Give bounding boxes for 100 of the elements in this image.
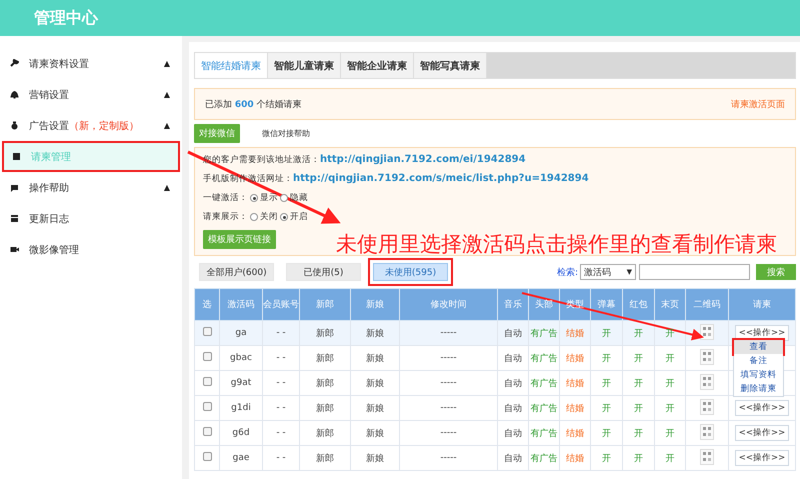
sidebar-label: 营销设置	[29, 88, 70, 102]
table-cell-text: 新郎	[316, 428, 334, 438]
table-cell-text: 有广告	[530, 328, 558, 338]
table-cell-text: 结婚	[566, 354, 584, 364]
notice-text: 已添加 600 个结婚请柬	[205, 98, 302, 110]
qr-code-icon[interactable]	[700, 324, 714, 340]
table-cell-text: 开	[666, 428, 674, 438]
table-cell-text: 新娘	[366, 428, 384, 438]
sidebar-item[interactable]: 微影像管理	[0, 234, 182, 265]
table-cell-text: - -	[276, 403, 286, 413]
table-cell-text: gae	[232, 453, 250, 463]
radio-button[interactable]	[280, 194, 288, 202]
sidebar-label: 请柬资料设置	[29, 58, 90, 70]
tab[interactable]: 智能写真请柬	[414, 53, 487, 78]
table-cell-text: 有广告	[530, 404, 558, 414]
help-link[interactable]: 微信对接帮助	[262, 128, 310, 138]
qr-code-icon[interactable]	[700, 398, 714, 414]
sidebar-item[interactable]: 广告设置（新，定制版） ▲	[0, 110, 182, 141]
calendar-icon	[10, 214, 19, 223]
row-checkbox[interactable]	[202, 452, 212, 461]
table-cell-text: 结婚	[566, 404, 584, 414]
table-cell-text: 开	[634, 454, 643, 464]
table-cell-text: - -	[276, 328, 286, 338]
row-checkbox[interactable]	[202, 352, 212, 361]
table-cell-text: -----	[440, 428, 457, 438]
table-cell-text: 开	[666, 454, 674, 464]
table-cell-text: 开	[666, 328, 674, 338]
table-cell-text: 开	[666, 354, 674, 364]
table-cell-text: 新郎	[316, 328, 334, 338]
qr-code-icon[interactable]	[700, 424, 714, 440]
table-cell-text: 新郎	[316, 454, 334, 464]
operation-dropdown[interactable]: <<操作>>	[734, 450, 790, 466]
table-cell-text: 新娘	[366, 404, 384, 414]
filter-tab[interactable]: 已使用(5)	[286, 263, 361, 281]
table-cell-text: 有广告	[530, 378, 558, 388]
column-header: 头部	[528, 288, 560, 320]
qr-code-icon[interactable]	[700, 348, 714, 364]
table-cell-text: - -	[276, 428, 286, 438]
radio-option-label: 开启	[290, 211, 308, 223]
table-cell-text: g9at	[230, 378, 252, 388]
wrench-icon	[10, 59, 19, 68]
row-checkbox[interactable]	[202, 377, 212, 386]
table-cell-text: 新娘	[366, 378, 384, 388]
search-field[interactable]	[639, 264, 750, 280]
table-cell-text: 开	[634, 378, 643, 388]
column-header: 红包	[622, 288, 654, 320]
table-cell-text: 有广告	[530, 354, 558, 364]
table-cell-text: 结婚	[566, 454, 584, 464]
table-cell-text: 新娘	[366, 328, 384, 338]
sidebar-label: 微影像管理	[29, 244, 80, 256]
column-header: 选	[194, 288, 220, 320]
table-cell-text: 结婚	[566, 378, 584, 388]
operation-dropdown[interactable]: <<操作>>	[734, 425, 790, 441]
sidebar-label: 请柬管理	[31, 150, 72, 164]
table-cell-text: 开	[602, 378, 611, 388]
sidebar-item[interactable]: 营销设置 ▲	[0, 79, 182, 110]
radio-button[interactable]	[280, 213, 288, 221]
row-checkbox[interactable]	[202, 427, 212, 436]
sidebar-item[interactable]: 请柬资料设置 ▲	[0, 48, 182, 79]
table-cell-text: -----	[440, 328, 457, 338]
qr-code-icon[interactable]	[700, 448, 714, 464]
sidebar-label: 操作帮助	[29, 182, 70, 194]
table-cell-text: gbac	[230, 353, 252, 363]
column-header: 弹幕	[590, 288, 622, 320]
tab[interactable]: 智能结婚请柬	[195, 53, 268, 78]
radio-label: 一键激活：	[203, 192, 248, 204]
caret-icon: ▲	[164, 90, 170, 99]
row-checkbox[interactable]	[202, 402, 212, 411]
operation-dropdown[interactable]: <<操作>>	[734, 400, 790, 416]
column-header: 新郎	[300, 288, 350, 320]
table-cell-text: 自动	[504, 378, 522, 388]
table-cell-text: -----	[440, 378, 457, 388]
sidebar-label: 更新日志	[29, 212, 70, 226]
bell-icon	[10, 90, 19, 99]
table-cell-text: -----	[440, 403, 457, 413]
sidebar-item[interactable]: 更新日志	[0, 203, 182, 234]
table-cell-text: 有广告	[530, 454, 558, 464]
radio-button[interactable]	[250, 194, 258, 202]
column-header: 新娘	[350, 288, 400, 320]
radio-option-label: 关闭	[260, 211, 278, 223]
table-cell-text: 结婚	[566, 328, 584, 338]
qr-code-icon[interactable]	[700, 374, 714, 390]
table-cell-text: 结婚	[566, 428, 584, 438]
row-checkbox[interactable]	[202, 327, 212, 336]
table-cell-text: 开	[634, 328, 643, 338]
table-cell-text: 开	[602, 328, 611, 338]
column-header: 音乐	[498, 288, 528, 320]
column-header: 会员账号	[262, 288, 300, 320]
table-cell-text: 自动	[504, 328, 522, 338]
table-cell-text: 开	[666, 404, 674, 414]
filter-tab[interactable]: 未使用(595)	[373, 263, 448, 281]
caret-icon: ▲	[164, 121, 170, 130]
radio-option-label: 显示	[260, 192, 278, 204]
tab[interactable]: 智能企业请柬	[341, 53, 414, 78]
filter-tab[interactable]: 全部用户(600)	[199, 263, 274, 281]
sidebar-item[interactable]: 操作帮助 ▲	[0, 172, 182, 203]
radio-button[interactable]	[250, 213, 258, 221]
table-cell-text: 有广告	[530, 428, 558, 438]
tab[interactable]: 智能儿童请柬	[268, 53, 341, 78]
menu-item[interactable]: 查看	[734, 340, 783, 354]
